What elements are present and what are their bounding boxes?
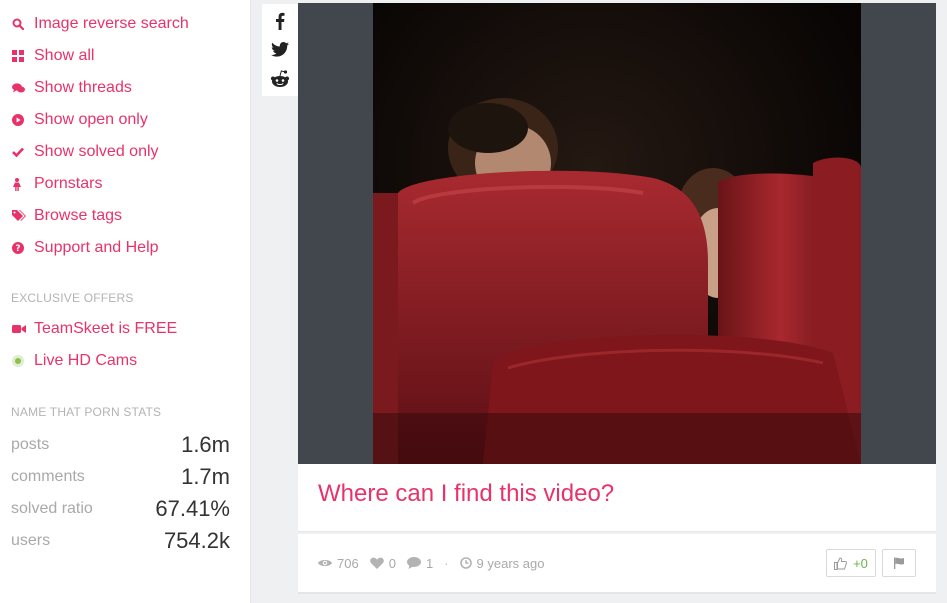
stat-label: users bbox=[11, 532, 51, 549]
question-circle-icon: ? bbox=[12, 242, 34, 254]
share-bar bbox=[262, 4, 298, 96]
stat-label: posts bbox=[11, 436, 50, 453]
stat-value: 67.41% bbox=[155, 496, 230, 521]
vote-score: +0 bbox=[853, 555, 868, 571]
nav-image-reverse-search[interactable]: Image reverse search bbox=[0, 8, 250, 40]
offers-list: TeamSkeet is FREE Live HD Cams bbox=[0, 313, 250, 377]
likes-value: 0 bbox=[388, 555, 396, 571]
comment-icon bbox=[406, 557, 421, 569]
eye-icon bbox=[318, 560, 332, 566]
views-value: 706 bbox=[337, 555, 359, 571]
stat-value: 1.6m bbox=[181, 432, 230, 457]
comments-icon bbox=[12, 82, 34, 94]
views-count: 706 bbox=[318, 556, 359, 571]
facebook-icon[interactable] bbox=[270, 11, 290, 31]
video-camera-icon bbox=[12, 324, 34, 334]
svg-text:?: ? bbox=[15, 244, 20, 254]
nav-label: Image reverse search bbox=[34, 15, 189, 32]
stat-value: 754.2k bbox=[163, 528, 230, 553]
flag-icon bbox=[894, 557, 904, 569]
nav-label: Support and Help bbox=[34, 239, 159, 256]
stat-solved-ratio: solved ratio 67.41% bbox=[11, 493, 230, 525]
meta-separator: · bbox=[444, 555, 449, 571]
comments-value: 1 bbox=[425, 555, 434, 571]
stat-value: 1.7m bbox=[181, 464, 230, 489]
check-icon bbox=[12, 147, 34, 157]
post-title-box: Where can I find this video? bbox=[298, 464, 936, 532]
post-meta-bar: 706 0 1 · 9 years ago +0 bbox=[298, 534, 936, 594]
nav-label: Browse tags bbox=[34, 207, 123, 224]
stat-label: comments bbox=[11, 468, 85, 485]
grid-icon bbox=[12, 50, 34, 62]
sidebar: Image reverse search Show all Show threa… bbox=[0, 0, 251, 603]
flag-button[interactable] bbox=[882, 549, 916, 577]
stat-posts: posts 1.6m bbox=[11, 429, 230, 461]
female-icon bbox=[12, 177, 34, 191]
upvote-button[interactable]: +0 bbox=[826, 549, 876, 577]
post-time: 9 years ago bbox=[459, 555, 545, 571]
post-card: Where can I find this video? 706 0 1 · 9… bbox=[298, 3, 936, 603]
offer-live-hd-cams[interactable]: Live HD Cams bbox=[0, 345, 250, 377]
comments-count: 1 bbox=[406, 555, 434, 571]
stats-list: posts 1.6m comments 1.7m solved ratio 67… bbox=[0, 429, 250, 557]
nav-support-and-help[interactable]: ? Support and Help bbox=[0, 232, 250, 264]
post-actions: +0 bbox=[826, 549, 916, 577]
nav-label: Show solved only bbox=[34, 143, 159, 160]
nav-pornstars[interactable]: Pornstars bbox=[0, 168, 250, 200]
offer-label: Live HD Cams bbox=[34, 352, 138, 369]
live-dot-icon bbox=[12, 355, 34, 367]
nav-label: Show all bbox=[34, 47, 95, 64]
media-frame[interactable] bbox=[298, 3, 936, 464]
post-image-drawing bbox=[373, 3, 861, 464]
post-image bbox=[373, 3, 861, 464]
heart-icon bbox=[369, 557, 384, 569]
nav-browse-tags[interactable]: Browse tags bbox=[0, 200, 250, 232]
nav-show-all[interactable]: Show all bbox=[0, 40, 250, 72]
reddit-icon[interactable] bbox=[270, 69, 290, 89]
nav-label: Show open only bbox=[34, 111, 148, 128]
likes-count: 0 bbox=[369, 555, 396, 571]
nav-show-threads[interactable]: Show threads bbox=[0, 72, 250, 104]
time-value: 9 years ago bbox=[476, 555, 545, 571]
post-title[interactable]: Where can I find this video? bbox=[318, 480, 916, 508]
offer-label: TeamSkeet is FREE bbox=[34, 320, 178, 337]
stat-label: solved ratio bbox=[11, 500, 93, 517]
thumbs-up-icon bbox=[834, 556, 848, 570]
stats-heading: NAME THAT PORN STATS bbox=[11, 405, 162, 419]
stat-users: users 754.2k bbox=[11, 525, 230, 557]
nav-show-open-only[interactable]: Show open only bbox=[0, 104, 250, 136]
nav-show-solved-only[interactable]: Show solved only bbox=[0, 136, 250, 168]
clock-icon bbox=[459, 557, 472, 569]
post-meta: 706 0 1 · 9 years ago bbox=[318, 556, 555, 571]
play-circle-icon bbox=[12, 114, 34, 126]
tags-icon bbox=[12, 210, 34, 222]
nav-label: Show threads bbox=[34, 79, 132, 96]
search-icon bbox=[12, 18, 34, 30]
offers-heading: EXCLUSIVE OFFERS bbox=[11, 291, 134, 305]
nav-label: Pornstars bbox=[34, 175, 103, 192]
twitter-icon[interactable] bbox=[270, 40, 290, 60]
sidebar-nav: Image reverse search Show all Show threa… bbox=[0, 0, 250, 264]
offer-teamskeet[interactable]: TeamSkeet is FREE bbox=[0, 313, 250, 345]
stat-comments: comments 1.7m bbox=[11, 461, 230, 493]
